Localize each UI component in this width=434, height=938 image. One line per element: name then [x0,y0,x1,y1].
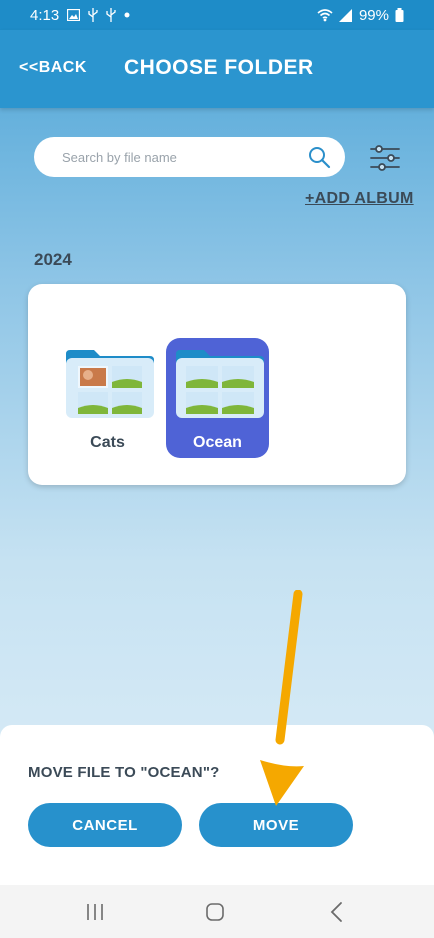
app-header: <<BACK CHOOSE FOLDER [0,30,434,108]
folder-name: Ocean [193,434,242,451]
move-button[interactable]: MOVE [199,803,353,847]
folder-item-ocean[interactable]: Ocean [166,338,269,458]
status-bar: 4:13 99% [0,0,434,30]
back-button[interactable]: <<BACK [19,59,87,77]
status-left: 4:13 [30,7,130,24]
folder-item-cats[interactable]: Cats [56,338,159,458]
move-dialog: MOVE FILE TO "OCEAN"? CANCEL MOVE [0,725,434,885]
usb-icon [88,8,98,22]
status-time: 4:13 [30,6,60,24]
folder-card: Cats Ocean [28,284,406,485]
recent-apps-icon[interactable] [84,901,106,923]
back-icon[interactable] [326,901,348,923]
search-icon[interactable] [307,145,331,169]
dot-icon [124,12,130,18]
search-input[interactable] [62,149,307,165]
year-heading: 2024 [34,250,72,269]
filter-sliders-icon[interactable] [369,144,401,172]
search-box[interactable] [34,137,345,177]
system-nav-bar [0,885,434,938]
wifi-icon [317,8,333,21]
image-icon [67,9,81,21]
cancel-button[interactable]: CANCEL [28,803,182,847]
page-title: CHOOSE FOLDER [124,56,314,79]
battery-percent: 99% [358,6,389,24]
usb-icon [106,8,116,22]
folder-icon [176,350,264,418]
status-right: 99% [317,7,404,24]
battery-icon [395,8,404,22]
folder-name: Cats [90,434,125,451]
folder-icon [66,350,154,418]
move-prompt: MOVE FILE TO "OCEAN"? [28,764,220,781]
signal-icon [338,8,352,22]
add-album-link[interactable]: +ADD ALBUM [305,190,414,208]
home-icon[interactable] [204,901,226,923]
